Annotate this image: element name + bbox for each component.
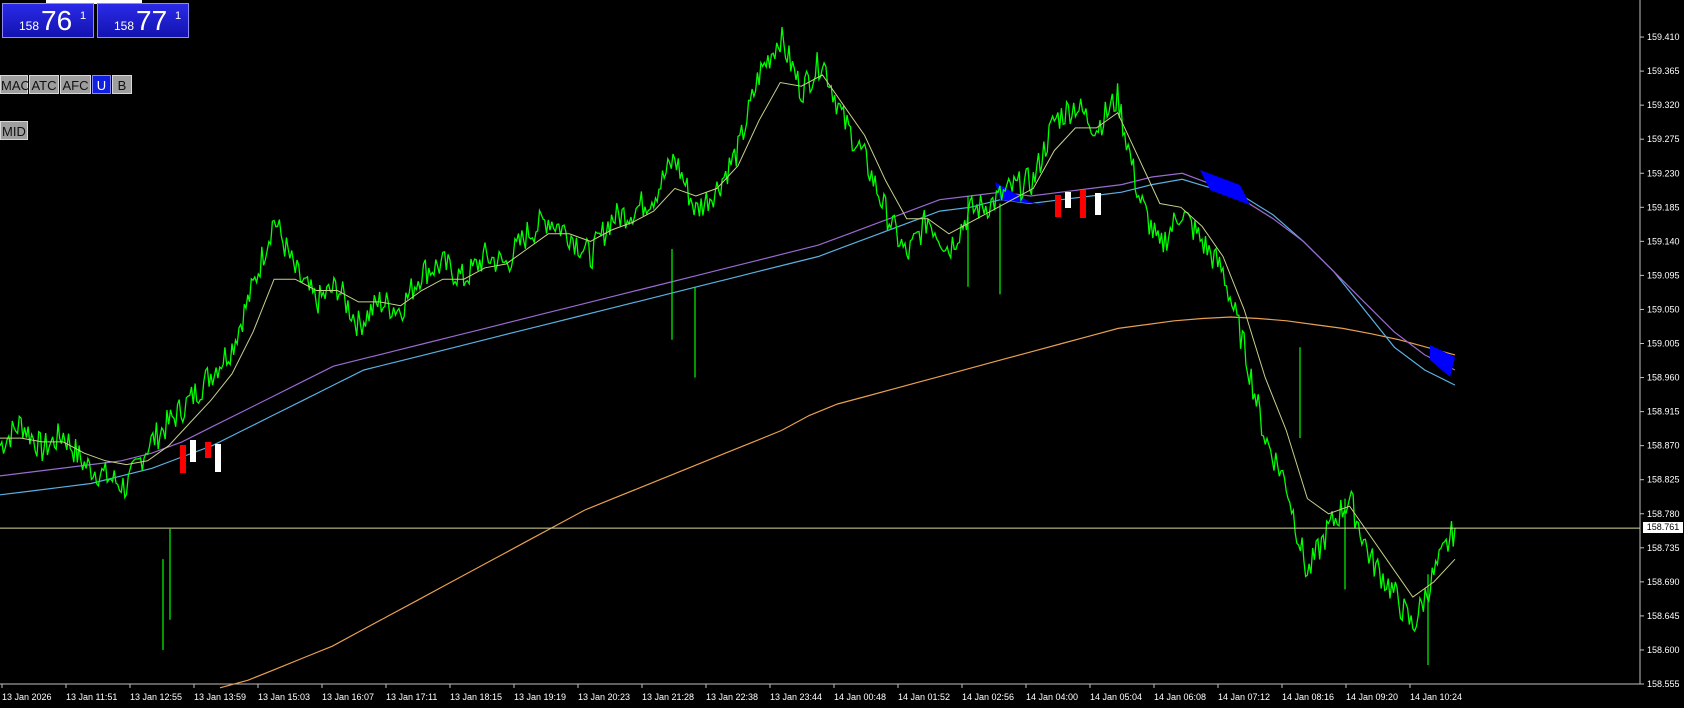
atc-button[interactable]: ATC: [29, 75, 59, 94]
x-tick-label: 14 Jan 00:48: [834, 692, 886, 702]
x-tick-label: 14 Jan 04:00: [1026, 692, 1078, 702]
cloud-up-bar: [1055, 195, 1061, 217]
y-tick-label: 159.230: [1647, 168, 1680, 178]
y-tick-label: 159.365: [1647, 66, 1680, 76]
x-tick-label: 14 Jan 09:20: [1346, 692, 1398, 702]
cloud-up-bar: [205, 442, 211, 458]
mac-button[interactable]: MAC: [0, 75, 30, 94]
y-tick-label: 158.555: [1647, 679, 1680, 689]
y-tick-label: 159.320: [1647, 100, 1680, 110]
y-tick-label: 158.645: [1647, 611, 1680, 621]
x-tick-label: 13 Jan 22:38: [706, 692, 758, 702]
x-tick-label: 13 Jan 16:07: [322, 692, 374, 702]
ma-orange-line: [219, 316, 1456, 689]
price-chart[interactable]: 159.410 159.365 159.320 159.275 159.230 159.1…: [0, 0, 1684, 708]
x-tick-label: 13 Jan 15:03: [258, 692, 310, 702]
x-tick-label: 13 Jan 11:51: [66, 692, 117, 702]
afc-button[interactable]: AFC: [60, 75, 91, 94]
y-tick-label: 159.050: [1647, 304, 1680, 314]
cloud-up-bar: [1095, 193, 1101, 215]
bid-price-box[interactable]: 158 76 1: [2, 3, 94, 38]
ma-fast-line: [0, 74, 1456, 598]
price-line: [0, 26, 1456, 633]
x-tick-label: 13 Jan 13:59: [194, 692, 246, 702]
ask-price-prefix: 158: [114, 19, 135, 33]
bid-price-pips: 76: [41, 5, 73, 36]
cloud-up-bar: [1065, 192, 1071, 208]
y-tick-label: 158.780: [1647, 509, 1680, 519]
y-tick-label: 158.735: [1647, 543, 1680, 553]
y-tick-label: 158.870: [1647, 441, 1680, 451]
cloud-up-bar: [215, 444, 221, 472]
ask-price-box[interactable]: 158 77 1: [97, 3, 189, 38]
current-price-label: 158.761: [1643, 522, 1683, 534]
x-tick-label: 14 Jan 01:52: [898, 692, 950, 702]
x-tick-label: 13 Jan 23:44: [770, 692, 822, 702]
cloud-down-area: [1430, 345, 1455, 377]
x-tick-label: 13 Jan 18:15: [450, 692, 502, 702]
x-tick-label: 13 Jan 12:55: [130, 692, 182, 702]
b-button[interactable]: B: [112, 75, 132, 94]
y-tick-label: 159.140: [1647, 236, 1680, 246]
cloud-up-bar: [180, 445, 186, 473]
x-tick-label: 14 Jan 07:12: [1218, 692, 1270, 702]
bid-price-fraction: 1: [80, 10, 87, 22]
x-tick-label: 14 Jan 06:08: [1154, 692, 1206, 702]
y-tick-label: 159.410: [1647, 32, 1680, 42]
ma-purple-line: [0, 172, 1456, 477]
y-tick-label: 158.960: [1647, 373, 1680, 383]
x-tick-label: 14 Jan 08:16: [1282, 692, 1334, 702]
cloud-up-bar: [190, 440, 196, 462]
y-tick-label: 159.005: [1647, 339, 1680, 349]
y-tick-label: 158.600: [1647, 645, 1680, 655]
y-tick-label: 158.690: [1647, 577, 1680, 587]
ask-price-pips: 77: [136, 5, 168, 36]
x-tick-label: 13 Jan 20:23: [578, 692, 630, 702]
x-tick-label: 13 Jan 17:11: [386, 692, 437, 702]
x-tick-label: 13 Jan 19:19: [514, 692, 566, 702]
ask-price-fraction: 1: [175, 10, 182, 22]
x-tick-label: 14 Jan 10:24: [1410, 692, 1462, 702]
bid-price-prefix: 158: [19, 19, 40, 33]
y-tick-label: 159.095: [1647, 270, 1680, 280]
x-tick-label: 13 Jan 21:28: [642, 692, 694, 702]
x-tick-label: 14 Jan 02:56: [962, 692, 1014, 702]
cloud-up-bar: [1080, 190, 1086, 218]
y-tick-label: 159.275: [1647, 134, 1680, 144]
y-tick-label: 158.915: [1647, 407, 1680, 417]
y-tick-label: 158.825: [1647, 475, 1680, 485]
u-button[interactable]: U: [92, 75, 111, 94]
mid-button[interactable]: MID: [0, 121, 28, 140]
y-tick-label: 159.185: [1647, 202, 1680, 212]
x-tick-label: 13 Jan 2026: [2, 692, 52, 702]
x-tick-label: 14 Jan 05:04: [1090, 692, 1142, 702]
